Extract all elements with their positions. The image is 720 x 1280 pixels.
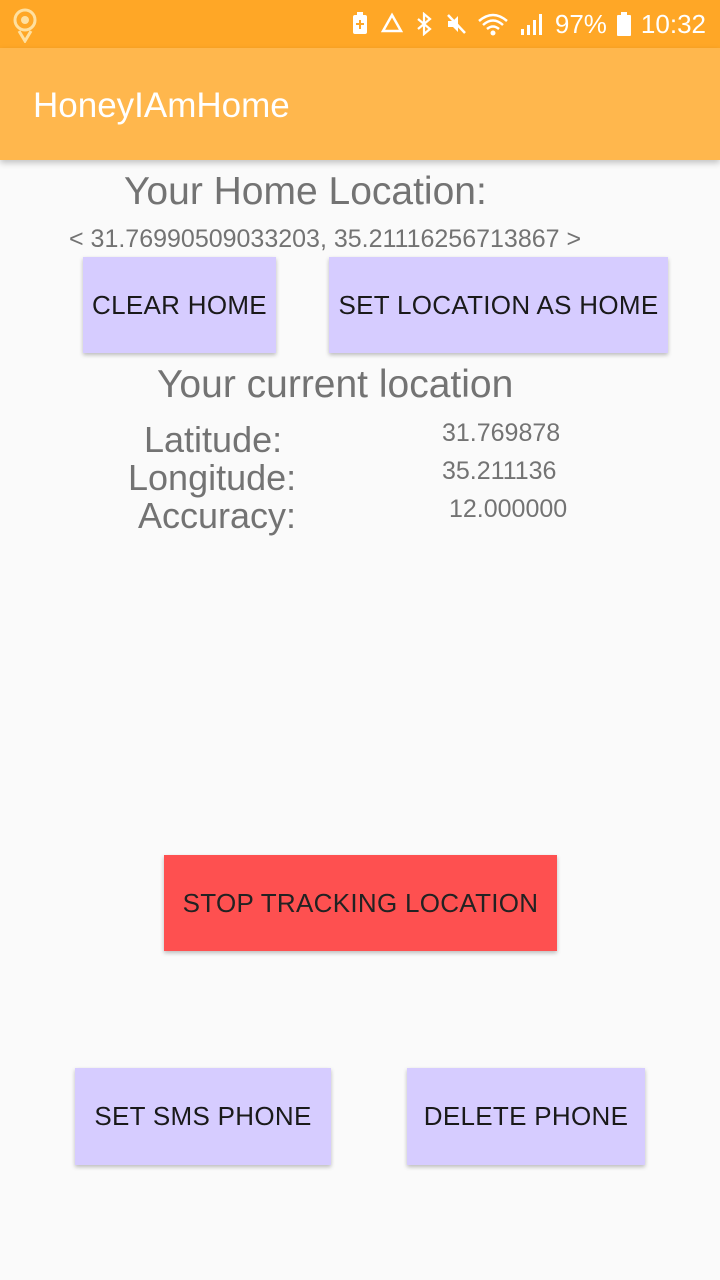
latitude-label: Latitude: (144, 419, 283, 460)
battery-icon (616, 12, 631, 36)
status-bar: 97% 10:32 (0, 0, 720, 48)
latitude-value: 31.769878 (442, 419, 561, 447)
set-sms-phone-button[interactable]: SET SMS PHONE (75, 1068, 331, 1165)
recycle-icon (380, 12, 403, 33)
clear-home-button[interactable]: CLEAR HOME (83, 257, 276, 353)
accuracy-label: Accuracy: (138, 495, 297, 536)
battery-saver-icon (352, 12, 367, 34)
stop-tracking-location-button[interactable]: STOP TRACKING LOCATION (164, 855, 557, 951)
status-icons: 97% 10:32 (349, 0, 706, 48)
longitude-value: 35.211136 (442, 457, 557, 485)
app-bar: HoneyIAmHome (0, 48, 720, 160)
app-title: HoneyIAmHome (33, 86, 290, 125)
location-pin-icon (13, 8, 37, 43)
delete-phone-button[interactable]: DELETE PHONE (407, 1068, 645, 1165)
home-location-heading: Your Home Location: (124, 170, 487, 213)
home-location-coords: < 31.76990509033203, 35.21116256713867 > (69, 225, 582, 253)
current-location-heading: Your current location (157, 363, 514, 406)
longitude-label: Longitude: (128, 457, 297, 498)
signal-icon (520, 14, 542, 35)
battery-percent: 97% (554, 8, 607, 39)
accuracy-value: 12.000000 (449, 495, 568, 523)
wifi-icon (478, 13, 508, 36)
bluetooth-icon (417, 12, 432, 36)
set-location-as-home-button[interactable]: SET LOCATION AS HOME (329, 257, 668, 353)
mute-icon (446, 14, 466, 34)
clock: 10:32 (640, 8, 706, 39)
